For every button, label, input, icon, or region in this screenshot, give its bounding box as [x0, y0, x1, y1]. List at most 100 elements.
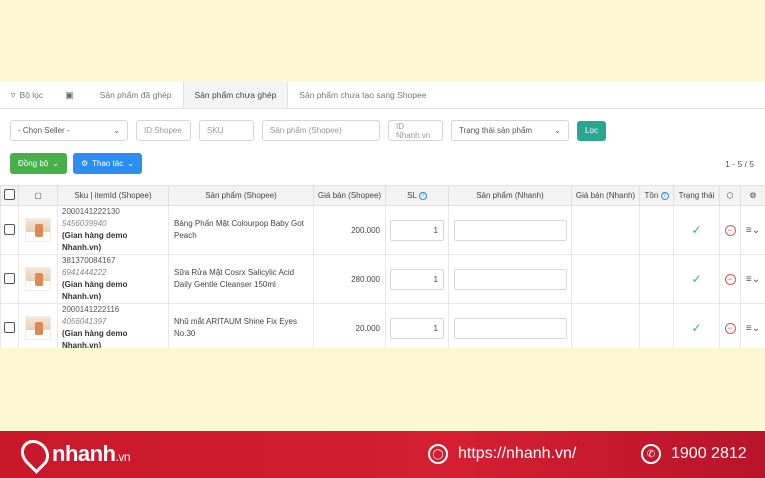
select-all-checkbox[interactable] [4, 189, 15, 200]
qty-header: SL ? [385, 185, 449, 206]
qty-input[interactable]: 1 [390, 317, 444, 339]
shop-name: (Gian hàng demo Nhanh.vn) [62, 280, 128, 301]
image-header: ▢ [18, 185, 58, 206]
brand-logo[interactable]: nhanh.vn [15, 434, 130, 474]
item-id: 6941444222 [62, 268, 107, 277]
price-nhanh-header: Giá bán (Nhanh) [571, 185, 640, 206]
tab-filter-label: Bộ lọc [19, 90, 44, 100]
remove-icon[interactable]: − [724, 322, 736, 334]
remove-icon[interactable]: − [724, 224, 736, 236]
sku-input[interactable]: SKU [199, 120, 254, 141]
row-checkbox[interactable] [4, 223, 15, 235]
product-table: ▢ Sku | itemId (Shopee) Sản phẩm (Shopee… [0, 185, 765, 348]
help-icon[interactable]: ? [418, 191, 427, 200]
gear-icon: ⚙ [749, 191, 757, 200]
product-name: Bảng Phấn Mặt Colourpop Baby Got Peach [168, 205, 314, 255]
table-row: 381370084167 6941444222 (Gian hàng demo … [0, 254, 765, 304]
product-nhanh-input[interactable] [453, 268, 567, 290]
globe-icon: ◯ [428, 444, 448, 464]
id-shopee-input[interactable]: ID Shopee [136, 120, 191, 141]
hotline-text: 1900 2812 [671, 445, 747, 462]
stock-header-label: Tồn [644, 191, 659, 200]
filter-icon: ▿ [11, 89, 16, 100]
shop-name: (Gian hàng demo Nhanh.vn) [62, 329, 128, 348]
price-value: 20.000 [313, 303, 386, 348]
product-shopee-input[interactable]: Sản phẩm (Shopee) [262, 120, 380, 141]
chevron-down-icon: ⌄ [52, 159, 59, 168]
table-row: 2000141222130 5456039940 (Gian hàng demo… [0, 205, 765, 255]
brand-text: nhanh [52, 441, 116, 466]
check-icon: ✓ [691, 272, 702, 286]
tab-bar: ▿ Bộ lọc ▣ Sản phẩm đã ghép Sản phẩm chư… [0, 82, 765, 109]
tab-matched-products[interactable]: Sản phẩm đã ghép [89, 82, 183, 108]
sku-header: Sku | itemId (Shopee) [57, 185, 169, 206]
row-menu-icon[interactable]: ≡⌄ [746, 323, 760, 334]
price-value: 200.000 [313, 205, 386, 255]
price-shopee-header: Giá bán (Shopee) [313, 185, 386, 206]
check-icon: ✓ [691, 321, 702, 335]
qty-header-label: SL [407, 191, 417, 200]
action-row: Đồng bộ ⌄ ⚙ Thao tác ⌄ [10, 153, 142, 174]
tab-not-created-label: Sản phẩm chưa tạo sang Shopee [299, 90, 427, 100]
row-checkbox[interactable] [4, 272, 15, 284]
seller-select-value: - Chọn Seller - [18, 126, 70, 135]
image-icon: ▢ [34, 191, 42, 200]
help-icon[interactable]: ? [660, 191, 669, 200]
operations-button[interactable]: ⚙ Thao tác ⌄ [72, 153, 142, 174]
phone-icon: ✆ [641, 444, 661, 464]
id-nhanh-input[interactable]: ID Nhanh.vn [388, 120, 443, 141]
shop-name: (Gian hàng demo Nhanh.vn) [62, 231, 128, 252]
sku-code: 381370084167 [62, 256, 116, 265]
price-value: 280.000 [313, 254, 386, 304]
stock-header: Tồn ? [639, 185, 674, 206]
tab-unmatched-products[interactable]: Sản phẩm chưa ghép [182, 82, 289, 108]
product-thumbnail [25, 316, 51, 340]
product-nhanh-input[interactable] [453, 317, 567, 339]
tab-save[interactable]: ▣ [54, 82, 89, 108]
brand-name: nhanh.vn [52, 441, 130, 467]
qty-input[interactable]: 1 [390, 219, 444, 241]
tab-filter[interactable]: ▿ Bộ lọc [0, 82, 54, 108]
tab-not-created-shopee[interactable]: Sản phẩm chưa tạo sang Shopee [288, 82, 437, 108]
row-checkbox[interactable] [4, 321, 15, 333]
brand-suffix: .vn [115, 450, 131, 464]
table-header-row: ▢ Sku | itemId (Shopee) Sản phẩm (Shopee… [0, 185, 765, 206]
box-icon: ⬡ [726, 191, 734, 200]
logo-mark-icon [15, 434, 55, 474]
status-select[interactable]: Trạng thái sản phẩm ⌄ [451, 120, 569, 141]
settings-header[interactable]: ⚙ [740, 185, 765, 206]
seller-select[interactable]: - Chọn Seller - ⌄ [10, 120, 128, 141]
product-name: Sữa Rửa Mặt Cosrx Salicylic Acid Daily G… [168, 254, 314, 304]
chevron-down-icon: ⌄ [127, 159, 134, 168]
website-text: https://nhanh.vn/ [458, 445, 577, 462]
app-panel: ▿ Bộ lọc ▣ Sản phẩm đã ghép Sản phẩm chư… [0, 82, 765, 348]
hotline[interactable]: ✆ 1900 2812 [641, 444, 747, 464]
website-link[interactable]: ◯ https://nhanh.vn/ [428, 444, 576, 464]
qty-input[interactable]: 1 [390, 268, 444, 290]
sku-code: 2000141222130 [62, 207, 120, 216]
sku-code: 2000141222116 [62, 305, 120, 314]
footer-banner: nhanh.vn ◯ https://nhanh.vn/ ✆ 1900 2812 [0, 431, 765, 478]
sync-button-label: Đồng bộ [18, 159, 49, 168]
product-thumbnail [25, 267, 51, 291]
product-shopee-header: Sản phẩm (Shopee) [168, 185, 314, 206]
chevron-down-icon: ⌄ [113, 126, 120, 135]
status-header: Trạng thái [673, 185, 720, 206]
tab-unmatched-label: Sản phẩm chưa ghép [194, 90, 277, 100]
select-all-cell [0, 185, 19, 206]
gear-icon: ⚙ [80, 159, 89, 168]
operations-button-label: Thao tác [92, 159, 124, 168]
filter-button[interactable]: Lọc [577, 120, 606, 141]
chevron-down-icon: ⌄ [554, 126, 561, 135]
product-nhanh-input[interactable] [453, 219, 567, 241]
box-header: ⬡ [719, 185, 741, 206]
product-nhanh-header: Sản phẩm (Nhanh) [448, 185, 572, 206]
remove-icon[interactable]: − [724, 273, 736, 285]
filter-row: - Chọn Seller - ⌄ ID Shopee SKU Sản phẩm… [10, 120, 606, 141]
check-icon: ✓ [691, 223, 702, 237]
sync-button[interactable]: Đồng bộ ⌄ [10, 153, 67, 174]
row-menu-icon[interactable]: ≡⌄ [746, 274, 760, 285]
pagination-info: 1 - 5 / 5 [725, 159, 754, 169]
row-menu-icon[interactable]: ≡⌄ [746, 225, 760, 236]
product-name: Nhũ mắt ARITAUM Shine Fix Eyes No.30 [168, 303, 314, 348]
